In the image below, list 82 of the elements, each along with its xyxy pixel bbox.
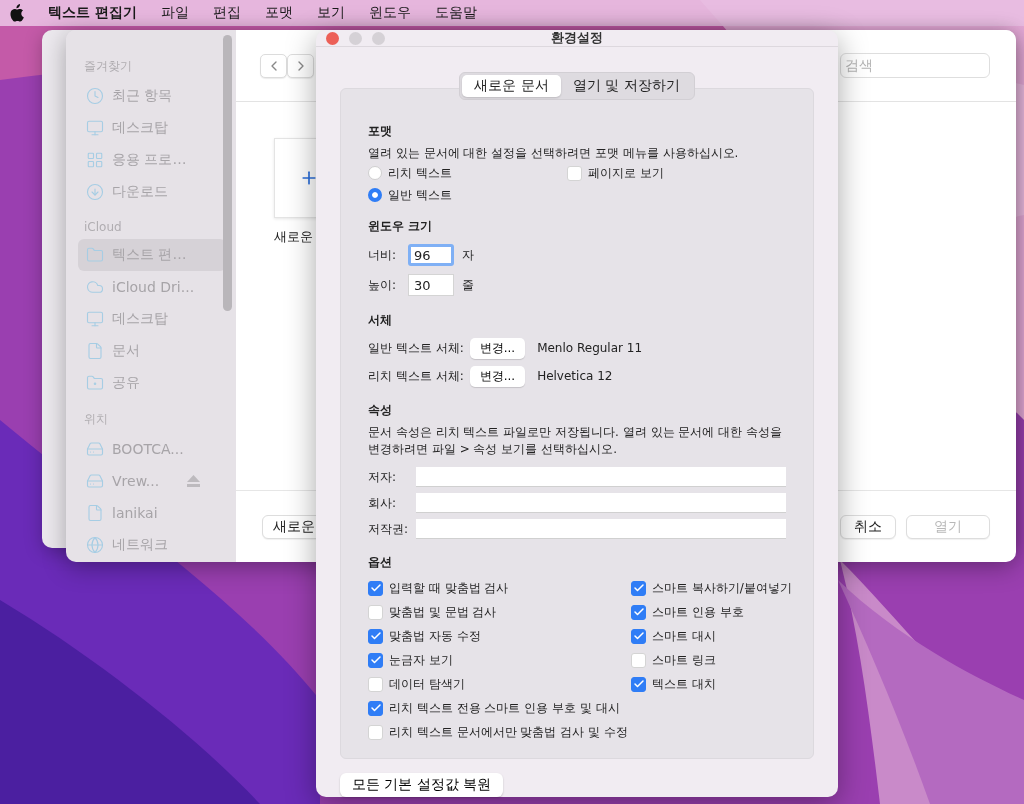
grid-icon <box>86 151 104 169</box>
tile-label: 새로운 <box>274 228 314 246</box>
eject-icon[interactable] <box>187 475 201 487</box>
number-field[interactable]: 30 <box>408 274 454 296</box>
close-button[interactable] <box>326 31 339 45</box>
document-icon <box>86 504 104 522</box>
section-heading: 윈도우 크기 <box>368 218 434 235</box>
radio-option[interactable]: 일반 텍스트 <box>368 184 567 206</box>
checkbox[interactable] <box>631 628 646 644</box>
clock-icon <box>86 87 104 105</box>
checkbox-label: 입력할 때 맞춤법 검사 <box>389 579 509 597</box>
field-label: 저작권: <box>368 520 410 538</box>
tab[interactable]: 새로운 문서 <box>462 75 561 97</box>
field-label: 리치 텍스트 서체: <box>368 367 464 385</box>
field-label: 너비: <box>368 246 398 264</box>
checkbox-label: 맞춤법 및 문법 검사 <box>389 603 497 621</box>
field-label: 회사: <box>368 494 398 512</box>
zoom-button[interactable] <box>372 31 385 45</box>
menu-item[interactable]: 파일 <box>160 4 189 22</box>
checkbox[interactable] <box>368 628 383 644</box>
checkbox-label: 데이터 탐색기 <box>389 675 465 693</box>
field-label: 일반 텍스트 서체: <box>368 339 464 357</box>
cloud-icon <box>86 278 104 296</box>
scrollbar[interactable] <box>223 35 232 311</box>
drive-icon <box>86 440 104 458</box>
back-button[interactable] <box>260 53 287 78</box>
checkbox-label: 리치 텍스트 문서에서만 맞춤법 검사 및 수정 <box>389 723 628 741</box>
change-button[interactable]: 변경... <box>469 337 526 359</box>
folder-icon <box>86 246 104 264</box>
text-field[interactable] <box>416 467 786 487</box>
window-title: 환경설정 <box>551 29 603 47</box>
text-field[interactable] <box>416 493 786 513</box>
menu-item[interactable]: 포맷 <box>264 4 293 22</box>
unit-label: 자 <box>462 246 474 264</box>
field-label: 높이: <box>368 276 398 294</box>
checkbox-label: 텍스트 대치 <box>652 675 716 693</box>
apple-logo-icon[interactable] <box>8 4 24 22</box>
cancel-button[interactable]: 취소 <box>840 514 896 539</box>
monitor-icon <box>86 119 104 137</box>
checkbox[interactable] <box>631 676 646 692</box>
field-label: 저자: <box>368 468 398 486</box>
checkbox[interactable] <box>631 604 646 620</box>
radio-option[interactable]: 리치 텍스트 <box>368 162 567 184</box>
checkbox-label: 맞춤법 자동 수정 <box>389 627 481 645</box>
tab[interactable]: 열기 및 저장하기 <box>560 75 692 97</box>
checkbox[interactable] <box>368 580 383 596</box>
forward-button[interactable] <box>287 53 314 78</box>
checkbox-label: 스마트 대시 <box>652 627 716 645</box>
checkbox[interactable] <box>368 700 383 716</box>
unit-label: 줄 <box>462 276 474 294</box>
description-text: 열려 있는 문서에 대한 설정을 선택하려면 포맷 메뉴를 사용하십시오. <box>368 145 740 162</box>
checkbox-label: 리치 텍스트 전용 스마트 인용 부호 및 대시 <box>389 699 620 717</box>
document-icon <box>86 342 104 360</box>
menu-item[interactable]: 도움말 <box>434 4 477 22</box>
minimize-button[interactable] <box>349 31 362 45</box>
checkbox-label: 페이지로 보기 <box>588 164 664 182</box>
menu-item[interactable]: 보기 <box>316 4 345 22</box>
checkbox-label: 스마트 링크 <box>652 651 716 669</box>
checkbox[interactable] <box>631 580 646 596</box>
globe-icon <box>86 536 104 554</box>
menu-item[interactable]: 편집 <box>212 4 241 22</box>
monitor-icon <box>86 310 104 328</box>
checkbox-label: 눈금자 보기 <box>389 651 453 669</box>
drive-icon <box>86 472 104 490</box>
font-name: Helvetica 12 <box>537 369 613 383</box>
download-icon <box>86 183 104 201</box>
section-heading: 포맷 <box>368 123 393 140</box>
section-heading: 옵션 <box>368 554 393 571</box>
change-button[interactable]: 변경... <box>469 365 526 387</box>
checkbox-label: 스마트 인용 부호 <box>652 603 744 621</box>
font-name: Menlo Regular 11 <box>537 341 643 355</box>
section-heading: 속성 <box>368 402 393 419</box>
number-field[interactable]: 96 <box>408 244 454 266</box>
app-menu[interactable]: 텍스트 편집기 <box>48 4 137 22</box>
section-heading: 서체 <box>368 312 393 329</box>
text-field[interactable] <box>416 519 786 539</box>
checkbox[interactable] <box>368 652 383 668</box>
menu-item[interactable]: 윈도우 <box>368 4 411 22</box>
checkbox-label: 스마트 복사하기/붙여넣기 <box>652 579 792 597</box>
restore-defaults-button[interactable]: 모든 기본 설정값 복원 <box>340 773 504 797</box>
folder-icon <box>86 374 104 392</box>
description-text: 문서 속성은 리치 텍스트 파일로만 저장됩니다. 열려 있는 문서에 대한 속성을 변경하려면 파일 > 속성 보기를 선택하십시오. <box>368 424 783 458</box>
